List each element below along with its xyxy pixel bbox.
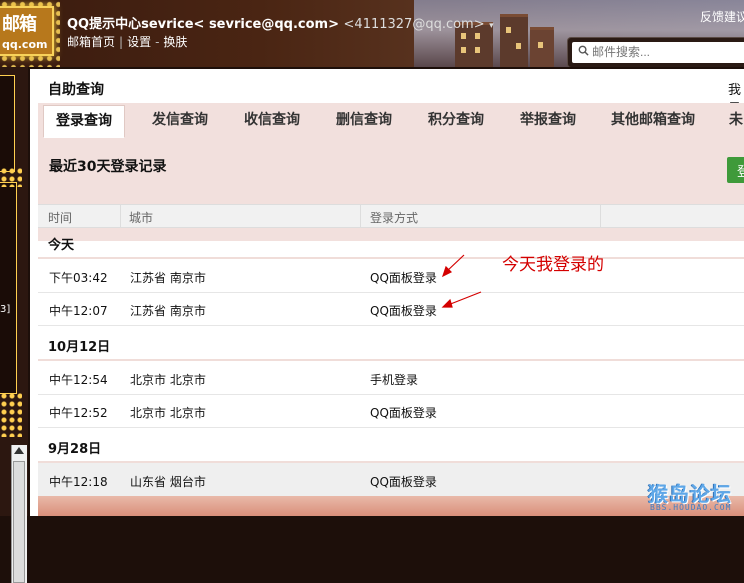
watermark-url: BBS.HOUDAO.COM — [650, 503, 732, 512]
arrow-icon — [441, 254, 465, 278]
annotation-arrows — [441, 254, 482, 308]
arrow-icon — [441, 291, 482, 308]
forum-watermark: 猴岛论坛 BBS.HOUDAO.COM — [648, 478, 744, 516]
